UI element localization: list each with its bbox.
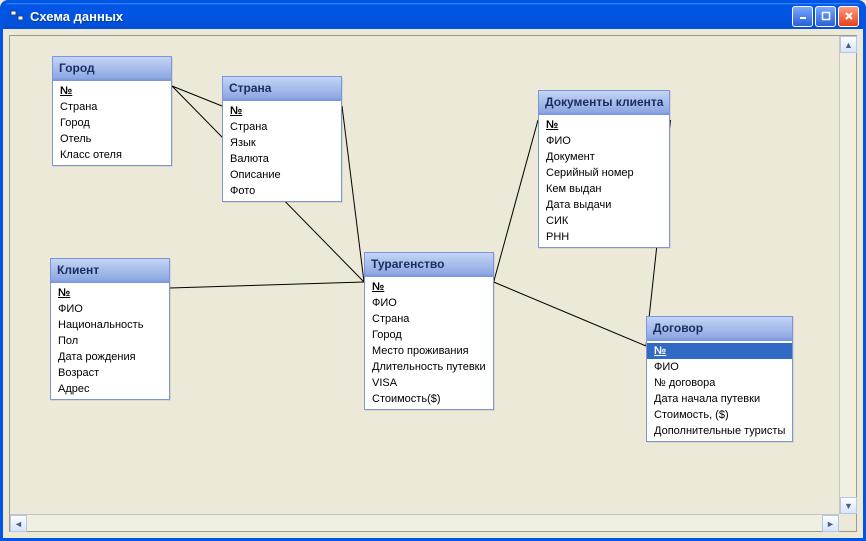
canvas-frame: Город№СтранаГородОтельКласс отеляСтрана№…: [9, 35, 857, 532]
scroll-right-button[interactable]: ►: [822, 515, 839, 532]
scroll-down-button[interactable]: ▼: [840, 497, 857, 514]
field[interactable]: №: [51, 285, 169, 301]
table-turagenstvo[interactable]: Турагенство№ФИОСтранаГородМесто проживан…: [364, 252, 494, 410]
schema-canvas[interactable]: Город№СтранаГородОтельКласс отеляСтрана№…: [10, 36, 839, 514]
close-button[interactable]: [838, 6, 859, 27]
app-icon: [9, 8, 25, 24]
field[interactable]: ФИО: [647, 359, 792, 375]
window-buttons: [792, 6, 859, 27]
field[interactable]: Национальность: [51, 317, 169, 333]
relationship-line[interactable]: [170, 282, 364, 288]
table-strana[interactable]: Страна№СтранаЯзыкВалютаОписаниеФото: [222, 76, 342, 202]
table-fields: №СтранаЯзыкВалютаОписаниеФото: [223, 101, 341, 201]
table-gorod[interactable]: Город№СтранаГородОтельКласс отеля: [52, 56, 172, 166]
relationship-line[interactable]: [494, 282, 646, 346]
field[interactable]: СИК: [539, 213, 669, 229]
table-fields: №ФИО№ договораДата начала путевкиСтоимос…: [647, 341, 792, 441]
table-fields: №ФИОНациональностьПолДата рожденияВозрас…: [51, 283, 169, 399]
field[interactable]: №: [365, 279, 493, 295]
table-title[interactable]: Турагенство: [365, 253, 493, 277]
field[interactable]: Страна: [223, 119, 341, 135]
field[interactable]: Возраст: [51, 365, 169, 381]
field[interactable]: Отель: [53, 131, 171, 147]
relationship-line[interactable]: [342, 106, 364, 282]
vertical-scrollbar[interactable]: ▲ ▼: [839, 36, 856, 514]
field[interactable]: Класс отеля: [53, 147, 171, 163]
table-fields: №ФИОДокументСерийный номерКем выданДата …: [539, 115, 669, 247]
window-title: Схема данных: [30, 9, 792, 24]
field[interactable]: Стоимость($): [365, 391, 493, 407]
field[interactable]: №: [647, 343, 792, 359]
field[interactable]: Серийный номер: [539, 165, 669, 181]
titlebar[interactable]: Схема данных: [3, 3, 863, 29]
field[interactable]: ФИО: [365, 295, 493, 311]
table-title[interactable]: Документы клиента: [539, 91, 669, 115]
table-title[interactable]: Страна: [223, 77, 341, 101]
field[interactable]: ФИО: [539, 133, 669, 149]
field[interactable]: Описание: [223, 167, 341, 183]
table-fields: №СтранаГородОтельКласс отеля: [53, 81, 171, 165]
field[interactable]: №: [223, 103, 341, 119]
field[interactable]: Фото: [223, 183, 341, 199]
field[interactable]: Длительность путевки: [365, 359, 493, 375]
field[interactable]: Документ: [539, 149, 669, 165]
field[interactable]: РНН: [539, 229, 669, 245]
relationship-line[interactable]: [494, 120, 538, 282]
table-title[interactable]: Договор: [647, 317, 792, 341]
scroll-corner: [839, 514, 856, 531]
field[interactable]: №: [53, 83, 171, 99]
field[interactable]: Страна: [53, 99, 171, 115]
field[interactable]: №: [539, 117, 669, 133]
field[interactable]: Дата начала путевки: [647, 391, 792, 407]
horizontal-scrollbar[interactable]: ◄ ►: [10, 514, 839, 531]
table-dokumenty[interactable]: Документы клиента№ФИОДокументСерийный но…: [538, 90, 670, 248]
maximize-button[interactable]: [815, 6, 836, 27]
field[interactable]: Кем выдан: [539, 181, 669, 197]
relationship-line[interactable]: [172, 86, 222, 106]
field[interactable]: ФИО: [51, 301, 169, 317]
field[interactable]: Дополнительные туристы: [647, 423, 792, 439]
field[interactable]: Дата выдачи: [539, 197, 669, 213]
field[interactable]: Страна: [365, 311, 493, 327]
scroll-up-button[interactable]: ▲: [840, 36, 857, 53]
table-fields: №ФИОСтранаГородМесто проживанияДлительно…: [365, 277, 493, 409]
client-area: Город№СтранаГородОтельКласс отеляСтрана№…: [3, 29, 863, 538]
app-window: Схема данных Город№СтранаГородОтельКласс…: [0, 0, 866, 541]
field[interactable]: Валюта: [223, 151, 341, 167]
scroll-left-button[interactable]: ◄: [10, 515, 27, 532]
field[interactable]: VISA: [365, 375, 493, 391]
field[interactable]: Место проживания: [365, 343, 493, 359]
table-dogovor[interactable]: Договор№ФИО№ договораДата начала путевки…: [646, 316, 793, 442]
field[interactable]: Стоимость, ($): [647, 407, 792, 423]
table-klient[interactable]: Клиент№ФИОНациональностьПолДата рождения…: [50, 258, 170, 400]
field[interactable]: Пол: [51, 333, 169, 349]
field[interactable]: Адрес: [51, 381, 169, 397]
field[interactable]: Язык: [223, 135, 341, 151]
table-title[interactable]: Клиент: [51, 259, 169, 283]
field[interactable]: Город: [365, 327, 493, 343]
minimize-button[interactable]: [792, 6, 813, 27]
field[interactable]: Город: [53, 115, 171, 131]
table-title[interactable]: Город: [53, 57, 171, 81]
field[interactable]: № договора: [647, 375, 792, 391]
field[interactable]: Дата рождения: [51, 349, 169, 365]
